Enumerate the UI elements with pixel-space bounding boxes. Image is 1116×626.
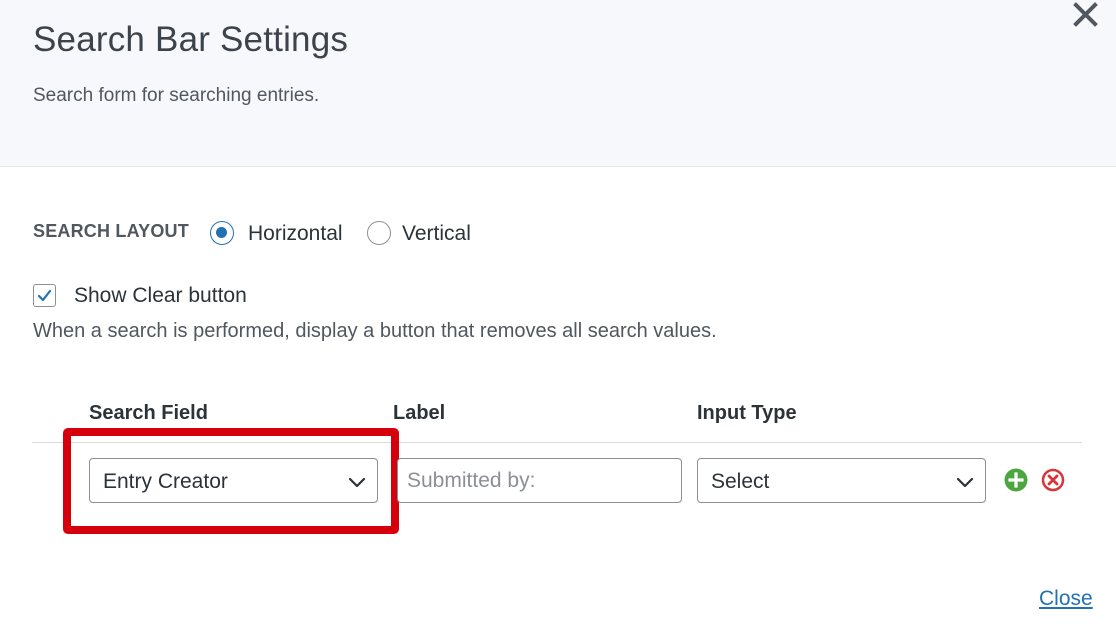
column-header-input-type: Input Type (697, 402, 797, 424)
dialog-header: Search Bar Settings Search form for sear… (0, 0, 1116, 167)
highlight-annotation (63, 428, 399, 534)
vertical-radio[interactable] (367, 221, 391, 245)
chevron-down-icon (956, 477, 974, 488)
dialog-title: Search Bar Settings (33, 20, 349, 59)
horizontal-radio-label[interactable]: Horizontal (248, 222, 343, 246)
horizontal-radio[interactable] (210, 221, 234, 245)
close-icon[interactable] (1070, 0, 1100, 30)
dialog-subtitle: Search form for searching entries. (33, 85, 320, 106)
clear-button-help-text: When a search is performed, display a bu… (33, 320, 717, 342)
show-clear-button-checkbox[interactable] (33, 284, 56, 307)
remove-row-button[interactable] (1041, 468, 1065, 492)
close-link[interactable]: Close (1039, 587, 1093, 611)
vertical-radio-label[interactable]: Vertical (402, 222, 471, 246)
plus-circle-icon (1004, 468, 1028, 492)
search-layout-label: SEARCH LAYOUT (33, 221, 189, 241)
show-clear-button-label[interactable]: Show Clear button (74, 284, 247, 308)
label-input[interactable] (397, 458, 682, 503)
input-type-value: Select (711, 470, 770, 493)
column-header-label: Label (393, 402, 446, 424)
remove-circle-icon (1041, 468, 1065, 492)
column-header-search-field: Search Field (89, 402, 208, 424)
checkmark-icon (37, 289, 52, 302)
add-row-button[interactable] (1004, 468, 1028, 492)
input-type-select[interactable]: Select (697, 458, 986, 503)
